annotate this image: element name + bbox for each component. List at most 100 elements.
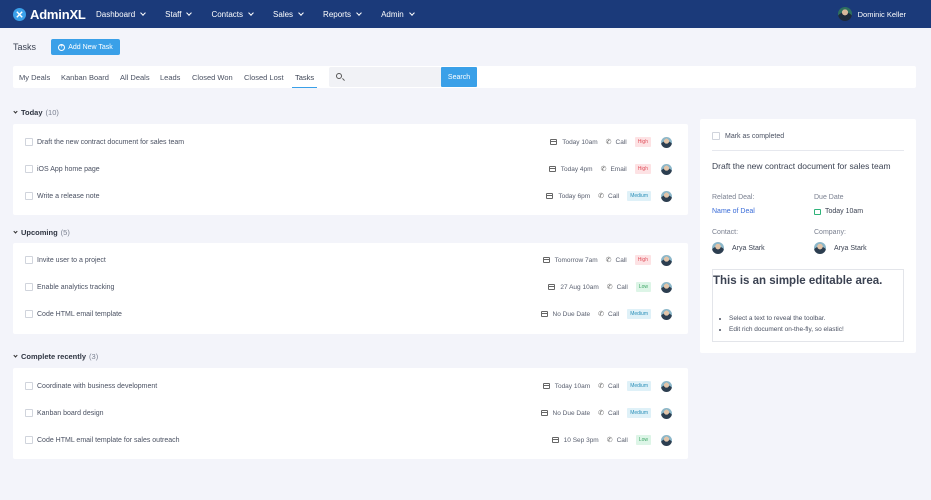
task-type: Call: [616, 283, 628, 291]
mark-completed-label: Mark as completed: [725, 132, 785, 140]
task-type: Call: [615, 138, 627, 146]
task-list-complete: Coordinate with business development Tod…: [13, 368, 688, 459]
nav-staff[interactable]: Staff: [165, 9, 193, 19]
priority-badge: High: [634, 137, 651, 147]
nav-reports[interactable]: Reports: [323, 10, 362, 19]
nav-contacts[interactable]: Contacts: [211, 10, 254, 19]
search-button[interactable]: Search: [441, 67, 477, 87]
task-checkbox[interactable]: [25, 409, 33, 417]
detail-title: Draft the new contract document for sale…: [712, 161, 891, 171]
editor-list-item: Select a text to reveal the toolbar.: [729, 313, 844, 324]
task-checkbox[interactable]: [25, 283, 33, 291]
section-count: (10): [45, 108, 59, 117]
task-title: Code HTML email template: [37, 310, 122, 318]
priority-badge: Medium: [627, 408, 651, 418]
task-row[interactable]: Code HTML email template for sales outre…: [13, 433, 688, 447]
task-checkbox[interactable]: [25, 256, 33, 264]
related-deal-link[interactable]: Name of Deal: [712, 208, 755, 215]
task-checkbox[interactable]: [25, 382, 33, 390]
task-title: Invite user to a project: [37, 256, 106, 264]
phone-icon: ✆: [605, 139, 612, 146]
divider: [712, 150, 904, 151]
task-title: Enable analytics tracking: [37, 283, 115, 291]
due-date-text: Today 10am: [825, 208, 864, 215]
related-deal-label: Related Deal:: [712, 194, 755, 201]
chevron-down-icon: [356, 10, 362, 16]
tab-all-deals[interactable]: All Deals: [120, 66, 150, 88]
task-date: Tomorrow 7am: [554, 256, 598, 264]
contact-label: Contact:: [712, 229, 739, 236]
phone-icon: ✆: [606, 437, 613, 444]
task-row[interactable]: Coordinate with business development Tod…: [13, 379, 688, 393]
priority-badge: High: [634, 164, 651, 174]
nav-dashboard[interactable]: Dashboard: [96, 10, 146, 19]
task-row[interactable]: Write a release note Today 6pm ✆ Call Me…: [13, 189, 688, 203]
nav-label: Staff: [165, 9, 182, 19]
task-list-upcoming: Invite user to a project Tomorrow 7am ✆ …: [13, 243, 688, 334]
task-detail-panel: Mark as completed Draft the new contract…: [700, 119, 916, 353]
task-type: Email: [610, 165, 627, 173]
editor-heading: This is an simple editable area.: [713, 275, 883, 287]
brand[interactable]: AdminXL: [13, 7, 96, 22]
task-checkbox[interactable]: [25, 192, 33, 200]
contact-name: Arya Stark: [732, 244, 765, 252]
tab-my-deals[interactable]: My Deals: [19, 66, 50, 88]
add-task-button[interactable]: + Add New Task: [51, 39, 120, 55]
task-type: Call: [608, 382, 620, 390]
avatar: [661, 281, 672, 293]
top-navbar: AdminXL Dashboard Staff Contacts Sales R…: [0, 0, 931, 28]
task-row[interactable]: Draft the new contract document for sale…: [13, 135, 688, 149]
task-meta: Today 6pm ✆ Call Medium: [546, 189, 688, 203]
tab-closed-won[interactable]: Closed Won: [192, 66, 233, 88]
phone-icon: ✆: [598, 311, 604, 318]
section-title: Complete recently: [21, 352, 87, 361]
priority-badge: Low: [635, 435, 651, 445]
task-row[interactable]: iOS App home page Today 4pm ✆ Email High: [13, 162, 688, 176]
tab-closed-lost[interactable]: Closed Lost: [244, 66, 284, 88]
company-value[interactable]: Arya Stark: [814, 242, 867, 254]
task-date: Today 4pm: [560, 165, 593, 173]
search-input[interactable]: [349, 67, 439, 87]
task-row[interactable]: Kanban board design No Due Date ✆ Call M…: [13, 406, 688, 420]
chevron-down-icon: [13, 109, 18, 114]
avatar: [661, 254, 672, 266]
chevron-down-icon: [140, 10, 146, 16]
mark-completed-checkbox[interactable]: [712, 132, 720, 140]
user-menu[interactable]: Dominic Keller: [837, 7, 906, 21]
section-today-header[interactable]: Today (10): [13, 108, 59, 117]
task-checkbox[interactable]: [25, 165, 33, 173]
chevron-down-icon: [13, 353, 18, 358]
task-row[interactable]: Invite user to a project Tomorrow 7am ✆ …: [13, 253, 688, 267]
task-title: Draft the new contract document for sale…: [37, 138, 185, 146]
task-meta: Today 10am ✆ Call High: [550, 135, 688, 149]
task-meta: 10 Sep 3pm ✆ Call Low: [551, 433, 688, 447]
calendar-icon: [542, 383, 550, 389]
section-complete-header[interactable]: Complete recently (3): [13, 352, 99, 361]
tab-leads[interactable]: Leads: [160, 66, 180, 88]
rich-text-editor[interactable]: This is an simple editable area. Select …: [712, 269, 904, 342]
task-title: Coordinate with business development: [37, 382, 158, 390]
tab-label: My Deals: [19, 72, 51, 82]
task-type: Call: [615, 256, 627, 264]
task-title: iOS App home page: [37, 165, 100, 173]
task-checkbox[interactable]: [25, 138, 33, 146]
section-count: (5): [60, 228, 70, 237]
tab-label: Leads: [160, 72, 181, 82]
task-row[interactable]: Enable analytics tracking 27 Aug 10am ✆ …: [13, 280, 688, 294]
task-date: Today 6pm: [558, 192, 591, 200]
nav-sales[interactable]: Sales: [273, 10, 304, 19]
task-checkbox[interactable]: [25, 436, 33, 444]
contact-value[interactable]: Arya Stark: [712, 242, 765, 254]
priority-badge: Low: [635, 282, 651, 292]
mark-completed[interactable]: Mark as completed: [712, 132, 784, 140]
section-upcoming-header[interactable]: Upcoming (5): [13, 228, 70, 237]
task-checkbox[interactable]: [25, 310, 33, 318]
editor-list-item: Edit rich document on-the-fly, so elasti…: [729, 324, 844, 335]
tab-tasks[interactable]: Tasks: [291, 66, 318, 88]
section-count: (3): [89, 352, 99, 361]
task-row[interactable]: Code HTML email template No Due Date ✆ C…: [13, 307, 688, 321]
avatar: [712, 242, 724, 254]
nav-admin[interactable]: Admin: [381, 10, 415, 19]
task-type: Call: [616, 436, 628, 444]
tab-kanban-board[interactable]: Kanban Board: [61, 66, 109, 88]
